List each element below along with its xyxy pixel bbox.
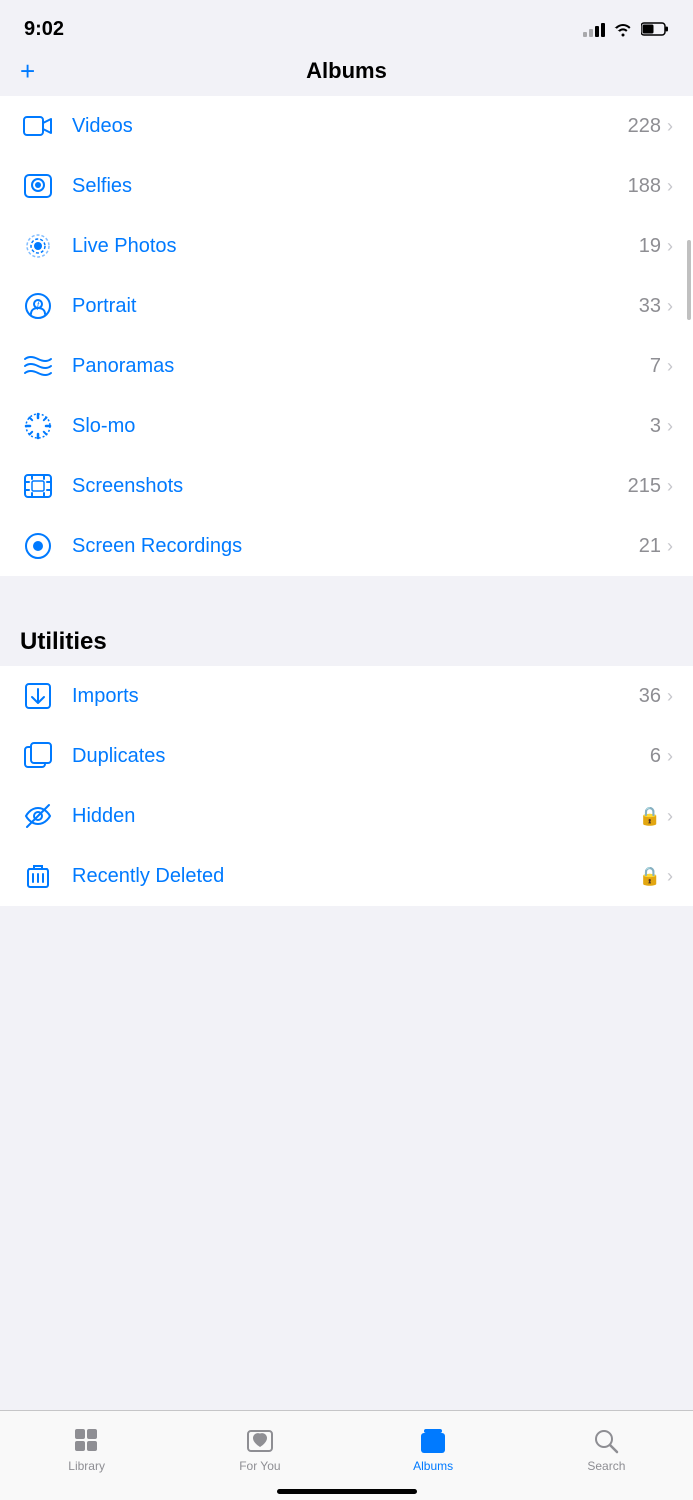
duplicates-icon (20, 738, 56, 774)
item-label: Slo-mo (72, 415, 650, 438)
tab-bar: Library For You Albums Search (0, 1410, 693, 1500)
status-bar: 9:02 (0, 0, 693, 50)
header: + Albums (0, 50, 693, 96)
chevron-right-icon: › (667, 476, 673, 497)
list-item[interactable]: Recently Deleted 🔒 › (0, 846, 693, 906)
battery-icon (641, 21, 669, 37)
item-label: Imports (72, 685, 639, 708)
recently-deleted-icon (20, 858, 56, 894)
chevron-right-icon: › (667, 746, 673, 767)
item-label: Panoramas (72, 355, 650, 378)
media-types-list: Videos 228 › Selfies 188 › Live Photos 1… (0, 96, 693, 576)
utilities-section-header: Utilities (0, 614, 693, 666)
item-label: Hidden (72, 805, 639, 828)
portrait-icon: f (20, 288, 56, 324)
library-tab-icon (73, 1427, 101, 1455)
add-album-button[interactable]: + (20, 58, 35, 84)
tab-label: Search (587, 1459, 625, 1473)
item-count: 215 (628, 475, 661, 498)
item-label: Selfies (72, 175, 628, 198)
tab-albums[interactable]: Albums (347, 1411, 520, 1480)
item-label: Portrait (72, 295, 639, 318)
status-time: 9:02 (24, 18, 64, 41)
lock-icon: 🔒 (639, 806, 661, 827)
screen-recording-icon (20, 528, 56, 564)
hidden-icon (20, 798, 56, 834)
item-label: Live Photos (72, 235, 639, 258)
signal-icon (583, 21, 605, 37)
chevron-right-icon: › (667, 686, 673, 707)
tab-library[interactable]: Library (0, 1411, 173, 1480)
item-count: 7 (650, 355, 661, 378)
live-photos-icon (20, 228, 56, 264)
chevron-right-icon: › (667, 536, 673, 557)
albums-tab-icon (419, 1427, 447, 1455)
utilities-list: Imports 36 › Duplicates 6 › Hidden 🔒 › (0, 666, 693, 906)
scroll-track (687, 200, 691, 800)
imports-icon (20, 678, 56, 714)
list-item[interactable]: Screen Recordings 21 › (0, 516, 693, 576)
screenshot-icon (20, 468, 56, 504)
item-label: Screen Recordings (72, 535, 639, 558)
list-item[interactable]: Imports 36 › (0, 666, 693, 726)
item-count: 21 (639, 535, 661, 558)
chevron-right-icon: › (667, 296, 673, 317)
chevron-right-icon: › (667, 866, 673, 887)
item-label: Recently Deleted (72, 865, 639, 888)
home-indicator (277, 1489, 417, 1494)
item-label: Videos (72, 115, 628, 138)
item-label: Duplicates (72, 745, 650, 768)
tab-label: Library (68, 1459, 105, 1473)
chevron-right-icon: › (667, 806, 673, 827)
panorama-icon (20, 348, 56, 384)
tab-label: For You (239, 1459, 280, 1473)
chevron-right-icon: › (667, 236, 673, 257)
item-count: 19 (639, 235, 661, 258)
item-count: 3 (650, 415, 661, 438)
utilities-section-title: Utilities (20, 628, 107, 655)
tab-label: Albums (413, 1459, 453, 1473)
tab-for-you[interactable]: For You (173, 1411, 346, 1480)
list-item[interactable]: Slo-mo 3 › (0, 396, 693, 456)
list-item[interactable]: Selfies 188 › (0, 156, 693, 216)
chevron-right-icon: › (667, 356, 673, 377)
wifi-icon (613, 21, 633, 37)
list-item[interactable]: Panoramas 7 › (0, 336, 693, 396)
video-icon (20, 108, 56, 144)
scroll-thumb[interactable] (687, 240, 691, 320)
item-count: 36 (639, 685, 661, 708)
item-count: 6 (650, 745, 661, 768)
item-count: 228 (628, 115, 661, 138)
item-label: Screenshots (72, 475, 628, 498)
status-icons (583, 21, 669, 37)
item-count: 188 (628, 175, 661, 198)
for-you-tab-icon (246, 1427, 274, 1455)
chevron-right-icon: › (667, 416, 673, 437)
list-item[interactable]: Videos 228 › (0, 96, 693, 156)
section-divider (0, 576, 693, 614)
item-count: 33 (639, 295, 661, 318)
list-item[interactable]: Duplicates 6 › (0, 726, 693, 786)
slomo-icon (20, 408, 56, 444)
list-item[interactable]: f Portrait 33 › (0, 276, 693, 336)
list-item[interactable]: Screenshots 215 › (0, 456, 693, 516)
chevron-right-icon: › (667, 176, 673, 197)
tab-search[interactable]: Search (520, 1411, 693, 1480)
page-title: Albums (306, 58, 387, 84)
list-item[interactable]: Hidden 🔒 › (0, 786, 693, 846)
lock-icon: 🔒 (639, 866, 661, 887)
chevron-right-icon: › (667, 116, 673, 137)
selfie-icon (20, 168, 56, 204)
list-item[interactable]: Live Photos 19 › (0, 216, 693, 276)
search-tab-icon (592, 1427, 620, 1455)
